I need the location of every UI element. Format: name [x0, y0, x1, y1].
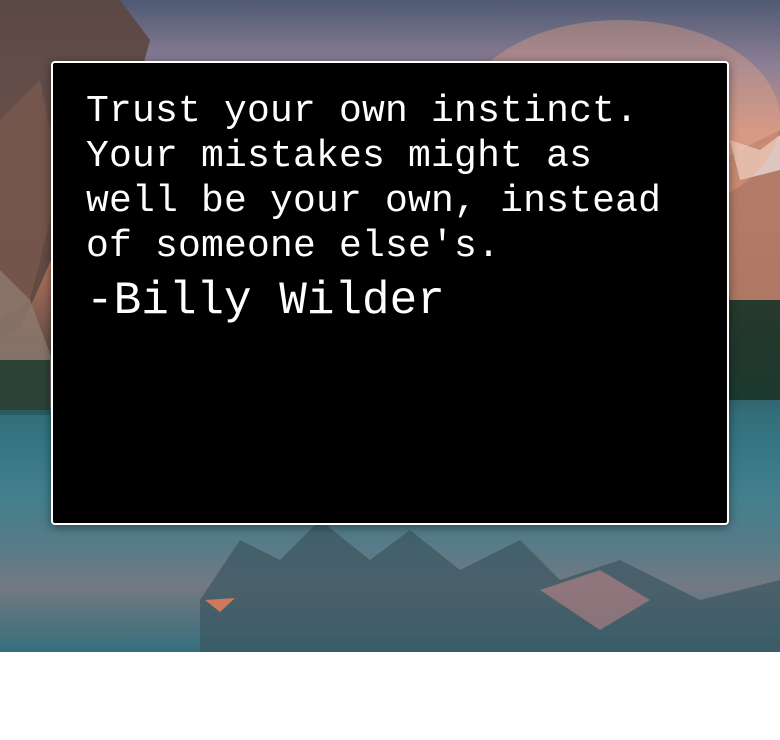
- quote-author: -Billy Wilder: [86, 275, 445, 327]
- quote-text: Trust your own instinct. Your mistakes m…: [86, 90, 685, 268]
- quote-card: Trust your own instinct. Your mistakes m…: [51, 61, 729, 525]
- page-footer-blank: [0, 652, 780, 740]
